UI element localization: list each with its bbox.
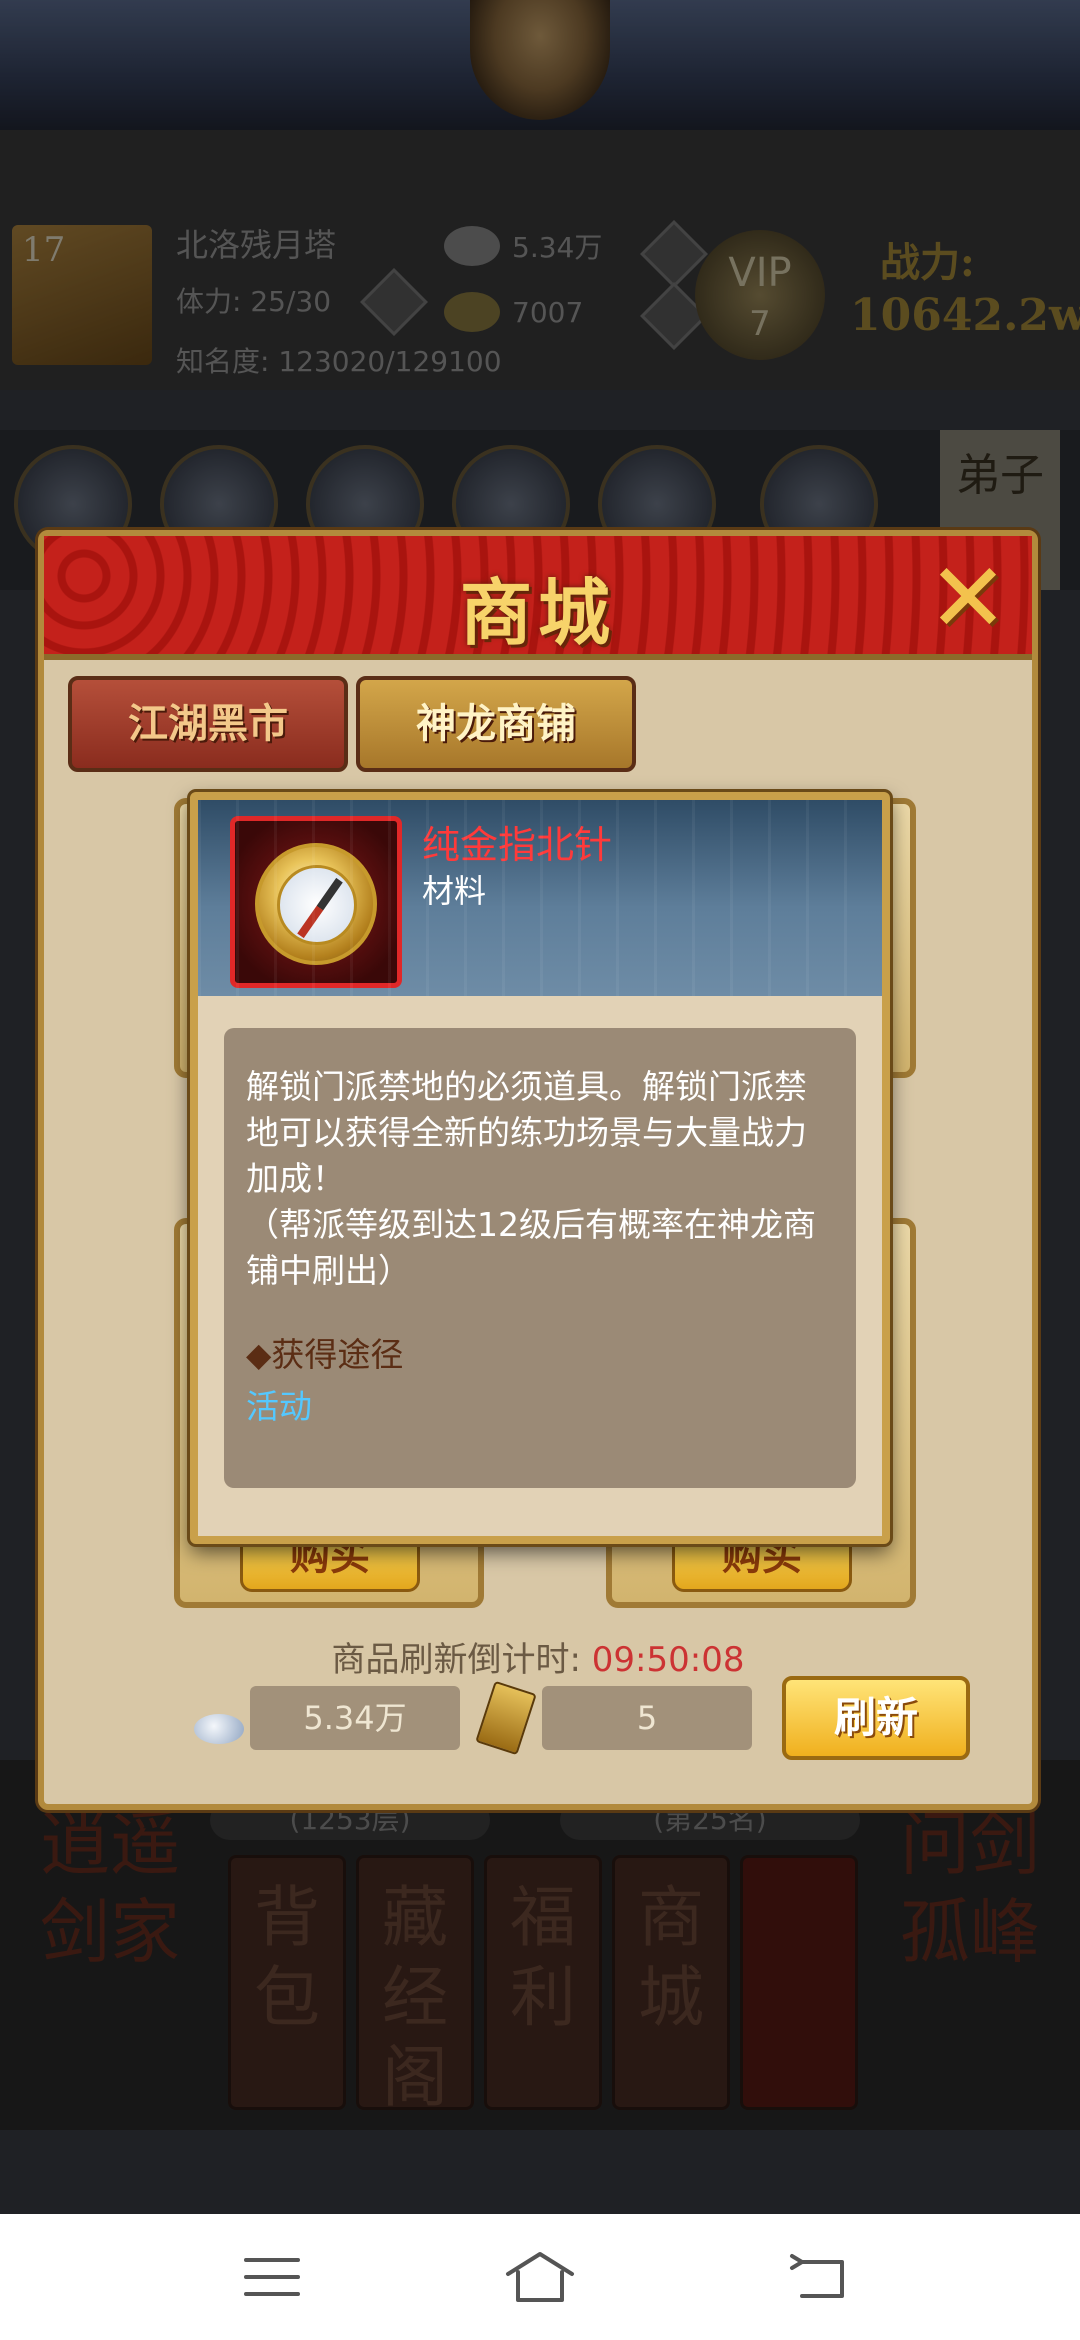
tab-black-market[interactable]: 江湖黑市 [68, 676, 348, 772]
silver-balance-field: 5.34万 [250, 1686, 460, 1750]
item-description-box: 解锁门派禁地的必须道具。解锁门派禁地可以获得全新的练功场景与大量战力加成！ （帮… [224, 1028, 856, 1488]
item-icon-frame [230, 816, 402, 988]
source-title: ◆获得途径 [246, 1335, 404, 1374]
compass-face [277, 865, 357, 945]
item-type: 材料 [422, 872, 487, 910]
item-header: 纯金指北针 材料 [198, 800, 882, 996]
refresh-button[interactable]: 刷新 [782, 1676, 970, 1760]
back-icon[interactable] [782, 2244, 862, 2310]
menu-lines-icon[interactable] [232, 2244, 312, 2310]
gold-compass-icon [255, 843, 377, 965]
refresh-countdown-label: 商品刷新倒计时: [331, 1640, 581, 1680]
item-detail-popup: 纯金指北针 材料 解锁门派禁地的必须道具。解锁门派禁地可以获得全新的练功场景与大… [190, 792, 890, 1544]
refresh-countdown: 商品刷新倒计时: 09:50:08 [44, 1632, 1032, 1681]
item-name: 纯金指北针 [422, 823, 613, 867]
refresh-countdown-time: 09:50:08 [591, 1640, 745, 1680]
shop-header: 商城 ✕ [44, 536, 1032, 660]
refresh-token-icon [475, 1680, 537, 1756]
system-nav-bar [0, 2214, 1080, 2340]
shop-title: 商城 [459, 570, 616, 655]
compass-needle [297, 877, 343, 939]
item-description: 解锁门派禁地的必须道具。解锁门派禁地可以获得全新的练功场景与大量战力加成！ （帮… [246, 1067, 816, 1290]
close-icon[interactable]: ✕ [920, 550, 1016, 646]
home-icon[interactable] [500, 2244, 580, 2310]
tab-dragon-shop[interactable]: 神龙商铺 [356, 676, 636, 772]
source-link-activity[interactable]: 活动 [246, 1380, 834, 1428]
silver-ingot-icon [194, 1714, 244, 1744]
token-balance-field: 5 [542, 1686, 752, 1750]
